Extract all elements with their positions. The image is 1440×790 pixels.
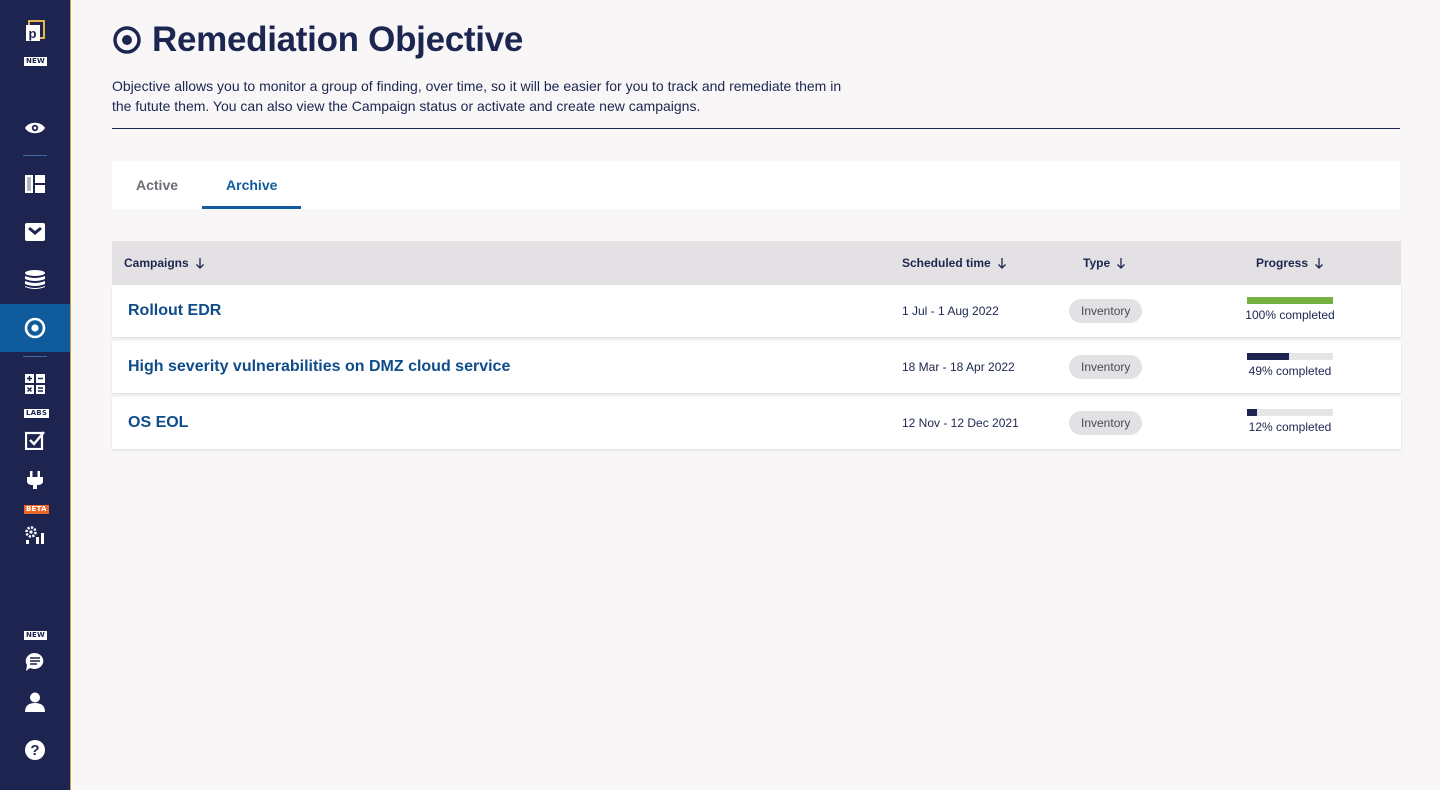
svg-text:?: ? bbox=[30, 742, 39, 759]
chat-icon bbox=[25, 652, 44, 671]
progress-indicator: 49% completed bbox=[1240, 353, 1340, 378]
table-row[interactable]: Rollout EDR 1 Jul - 1 Aug 2022 Inventory… bbox=[112, 285, 1401, 337]
scheduled-time: 12 Nov - 12 Dec 2021 bbox=[902, 416, 1019, 430]
progress-fill bbox=[1247, 409, 1258, 416]
column-header-progress[interactable]: Progress bbox=[1256, 241, 1324, 285]
header-divider bbox=[112, 128, 1400, 129]
sidebar-item-profile[interactable] bbox=[0, 678, 70, 726]
nav-divider bbox=[23, 356, 47, 357]
sidebar-item-visibility[interactable] bbox=[0, 104, 70, 152]
logo-icon: p bbox=[26, 20, 45, 41]
page-header: Remediation Objective bbox=[112, 18, 523, 62]
column-header-label: Campaigns bbox=[124, 256, 189, 270]
settings-chart-icon bbox=[25, 526, 44, 544]
sort-arrow-icon bbox=[1117, 258, 1126, 269]
eye-icon bbox=[25, 122, 45, 134]
tab-active[interactable]: Active bbox=[112, 161, 202, 209]
type-badge: Inventory bbox=[1069, 299, 1143, 323]
progress-indicator: 12% completed bbox=[1240, 409, 1340, 434]
user-icon bbox=[25, 692, 45, 712]
progress-text: 12% completed bbox=[1248, 420, 1332, 434]
plug-icon bbox=[27, 471, 43, 489]
scheduled-time: 1 Jul - 1 Aug 2022 bbox=[902, 304, 999, 318]
progress-fill bbox=[1247, 353, 1290, 360]
campaigns-table: Campaigns Scheduled time Type Progress R… bbox=[112, 241, 1401, 453]
sidebar-item-chat[interactable] bbox=[0, 630, 70, 678]
progress-bar bbox=[1247, 353, 1333, 360]
column-header-type[interactable]: Type bbox=[1083, 241, 1126, 285]
database-icon bbox=[25, 270, 45, 289]
column-header-campaigns[interactable]: Campaigns bbox=[124, 241, 205, 285]
column-header-label: Type bbox=[1083, 256, 1111, 270]
progress-bar bbox=[1247, 409, 1333, 416]
help-icon: ? bbox=[25, 740, 45, 760]
tab-bar: Active Archive bbox=[112, 161, 1400, 209]
svg-text:p: p bbox=[29, 26, 37, 41]
sidebar-item-tasks[interactable] bbox=[0, 408, 70, 456]
type-badge: Inventory bbox=[1069, 355, 1143, 379]
target-icon bbox=[24, 317, 46, 339]
table-row[interactable]: High severity vulnerabilities on DMZ clo… bbox=[112, 341, 1401, 393]
progress-text: 100% completed bbox=[1245, 308, 1335, 322]
new-tag: NEW bbox=[24, 57, 47, 66]
campaign-name-link[interactable]: OS EOL bbox=[128, 397, 188, 449]
inbox-icon bbox=[25, 223, 45, 241]
type-badge: Inventory bbox=[1069, 411, 1143, 435]
sidebar-item-dashboard[interactable] bbox=[0, 160, 70, 208]
campaign-name-link[interactable]: Rollout EDR bbox=[128, 285, 221, 337]
checkbox-icon bbox=[25, 431, 45, 450]
sidebar-item-database[interactable] bbox=[0, 256, 70, 304]
sidebar-item-calculator[interactable] bbox=[0, 360, 70, 408]
page-description: Objective allows you to monitor a group … bbox=[112, 78, 842, 114]
target-icon bbox=[113, 26, 141, 54]
calculator-icon bbox=[25, 374, 45, 394]
app-logo[interactable]: p bbox=[0, 8, 70, 56]
sidebar-item-analytics[interactable] bbox=[0, 504, 70, 552]
column-header-scheduled-time[interactable]: Scheduled time bbox=[902, 241, 1007, 285]
nav-divider bbox=[23, 155, 47, 156]
sort-arrow-icon bbox=[195, 258, 204, 269]
sidebar: p NEW LABS BETA NEW ? bbox=[0, 0, 71, 790]
progress-text: 49% completed bbox=[1248, 364, 1332, 378]
progress-fill bbox=[1247, 297, 1333, 304]
progress-indicator: 100% completed bbox=[1240, 297, 1340, 322]
dashboard-icon bbox=[25, 175, 45, 193]
tab-archive[interactable]: Archive bbox=[202, 161, 302, 209]
sidebar-item-integrations[interactable] bbox=[0, 456, 70, 504]
page-title: Remediation Objective bbox=[152, 20, 524, 59]
sidebar-item-help[interactable]: ? bbox=[0, 726, 70, 774]
column-header-label: Scheduled time bbox=[902, 256, 991, 270]
sidebar-item-inbox[interactable] bbox=[0, 208, 70, 256]
sidebar-item-objectives[interactable] bbox=[0, 304, 70, 352]
table-header: Campaigns Scheduled time Type Progress bbox=[112, 241, 1401, 285]
table-row[interactable]: OS EOL 12 Nov - 12 Dec 2021 Inventory 12… bbox=[112, 397, 1401, 449]
sort-arrow-icon bbox=[1315, 258, 1323, 269]
progress-bar bbox=[1247, 297, 1333, 304]
campaign-name-link[interactable]: High severity vulnerabilities on DMZ clo… bbox=[128, 341, 510, 393]
sort-arrow-icon bbox=[997, 258, 1006, 269]
column-header-label: Progress bbox=[1256, 256, 1309, 270]
scheduled-time: 18 Mar - 18 Apr 2022 bbox=[902, 360, 1015, 374]
